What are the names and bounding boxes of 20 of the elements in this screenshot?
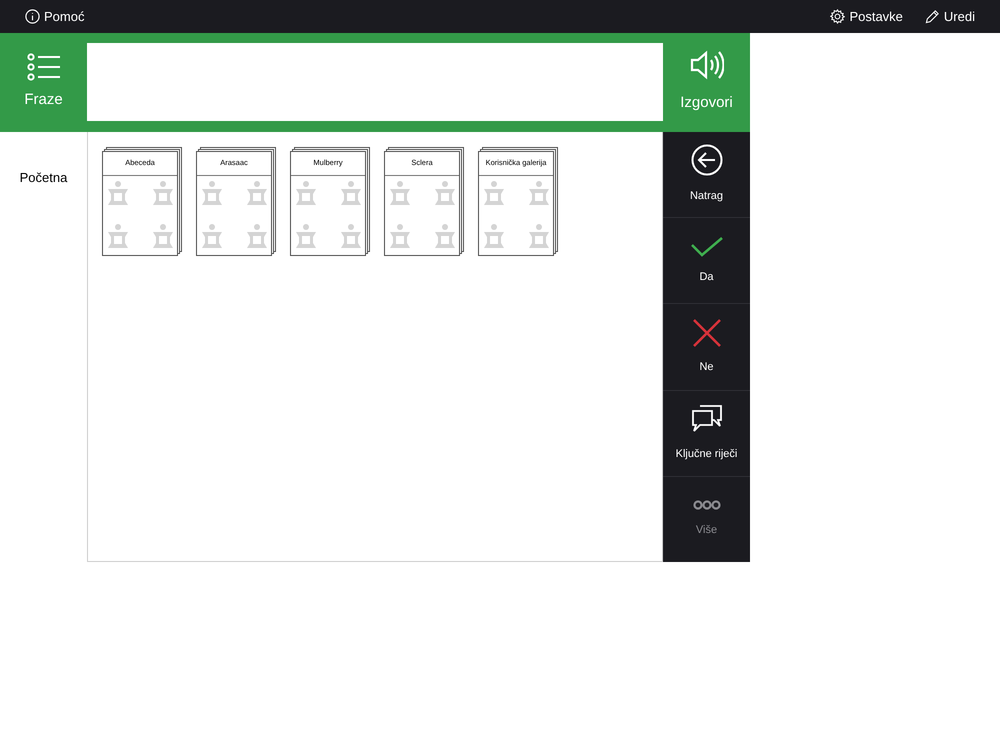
speaker-icon — [690, 50, 724, 80]
checkmark-icon — [690, 236, 722, 257]
close-icon — [692, 318, 720, 347]
message-field[interactable] — [87, 43, 663, 121]
more-dots-icon — [692, 500, 720, 510]
phrases-button[interactable]: Fraze — [0, 33, 87, 132]
settings-icon — [830, 9, 846, 24]
settings-button[interactable]: Postavke — [830, 6, 903, 26]
sidebar-item[interactable]: Početna — [20, 168, 68, 188]
speech-bubbles-icon — [690, 404, 722, 434]
speak-button[interactable]: Izgovori — [663, 33, 750, 132]
info-icon — [25, 9, 40, 24]
action-button[interactable]: Ključne riječi — [663, 390, 750, 476]
action-button[interactable]: Ne — [663, 303, 750, 390]
action-button[interactable]: Natrag — [663, 132, 750, 218]
edit-button[interactable]: Uredi — [924, 6, 975, 26]
pencil-icon — [924, 9, 940, 24]
help-button[interactable]: Pomoć — [25, 6, 84, 26]
action-button[interactable]: Da — [663, 217, 750, 304]
list-icon — [26, 53, 60, 82]
